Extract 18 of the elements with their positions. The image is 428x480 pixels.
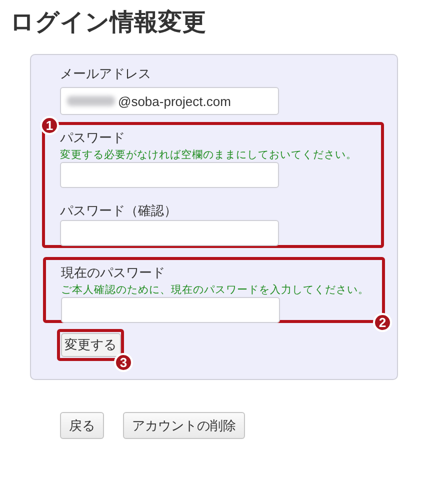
submit-button[interactable]: 変更する xyxy=(60,333,120,357)
hint-text: 変更する必要がなければ空欄のままにしておいてください。 xyxy=(60,148,357,162)
field-label: パスワード xyxy=(60,129,125,147)
delete-account-button[interactable]: アカウントの削除 xyxy=(123,412,245,439)
number-badge: 1 xyxy=(40,116,59,135)
email-field[interactable]: @soba-project.com xyxy=(60,87,279,115)
page-title: ログイン情報変更 xyxy=(9,8,207,38)
input-field[interactable] xyxy=(60,162,279,188)
field-label: パスワード（確認） xyxy=(60,202,177,220)
input-field[interactable] xyxy=(61,297,280,323)
input-field[interactable] xyxy=(60,220,279,246)
field-label: 現在のパスワード xyxy=(61,264,165,282)
back-button[interactable]: 戻る xyxy=(60,412,104,439)
number-badge: 3 xyxy=(114,353,133,372)
number-badge: 2 xyxy=(373,313,392,332)
blurred-text xyxy=(67,96,115,106)
hint-text: ご本人確認のために、現在のパスワードを入力してください。 xyxy=(61,283,369,297)
field-label: メールアドレス xyxy=(60,65,151,83)
